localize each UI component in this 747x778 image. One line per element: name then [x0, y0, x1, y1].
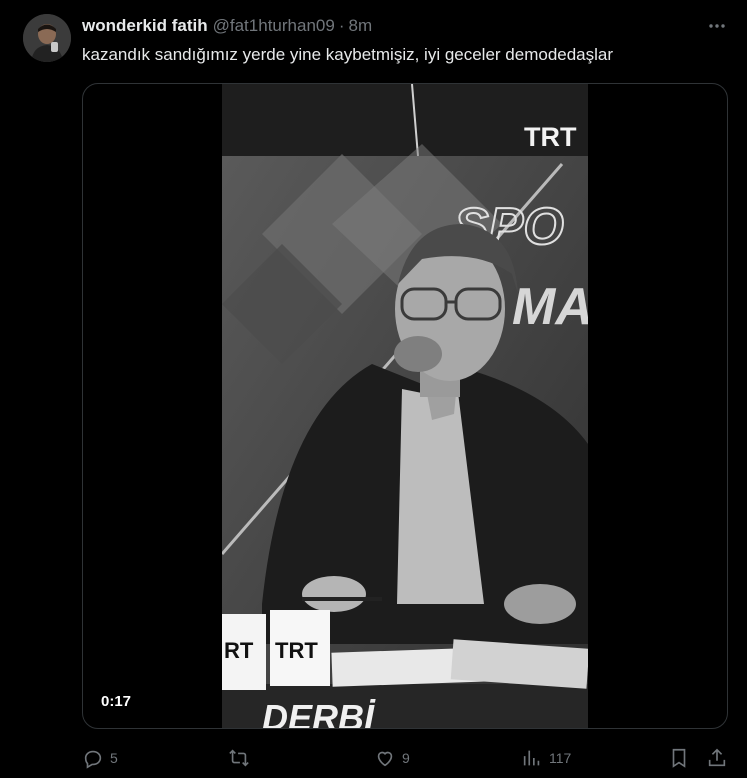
bottom-banner-text: DERBİ [262, 697, 376, 729]
brand-logo-top: TRT [524, 122, 577, 152]
share-button[interactable] [706, 744, 728, 772]
bookmark-button[interactable] [668, 744, 690, 772]
like-button[interactable]: 9 [374, 744, 410, 772]
avatar[interactable] [23, 14, 71, 62]
tweet-time[interactable]: 8m [348, 16, 372, 36]
display-name[interactable]: wonderkid fatih [82, 16, 208, 36]
views-button[interactable]: 117 [521, 744, 571, 772]
bookmark-icon [668, 747, 690, 769]
user-handle[interactable]: @fat1hturhan09 [213, 16, 335, 36]
repost-icon [227, 747, 251, 769]
reply-button[interactable]: 5 [82, 744, 118, 772]
views-count: 117 [549, 750, 572, 766]
views-icon [521, 747, 543, 769]
separator-dot: · [338, 16, 345, 35]
action-bar: 5 9 117 [0, 744, 747, 772]
tweet-header: wonderkid fatih @fat1hturhan09 · 8m [82, 14, 372, 38]
share-icon [706, 747, 728, 769]
reply-count: 5 [110, 750, 118, 766]
desk-sign-right: TRT [275, 638, 318, 663]
video-frame[interactable]: SPO MA TRT RT TRT DERBİ [222, 84, 588, 729]
desk-sign-left: RT [224, 638, 254, 663]
more-icon[interactable] [705, 14, 729, 38]
tweet-text: kazandık sandığımız yerde yine kaybetmiş… [82, 45, 614, 64]
backdrop-text-2: MA [512, 278, 588, 336]
tweet: wonderkid fatih @fat1hturhan09 · 8m kaza… [0, 0, 747, 778]
video-duration: 0:17 [95, 691, 138, 712]
video-player[interactable]: SPO MA TRT RT TRT DERBİ 0:17 [82, 83, 728, 729]
like-count: 9 [402, 750, 410, 766]
reply-icon [82, 747, 104, 769]
video-still: SPO MA TRT RT TRT DERBİ [222, 84, 588, 729]
repost-button[interactable] [227, 744, 257, 772]
like-icon [374, 747, 396, 769]
